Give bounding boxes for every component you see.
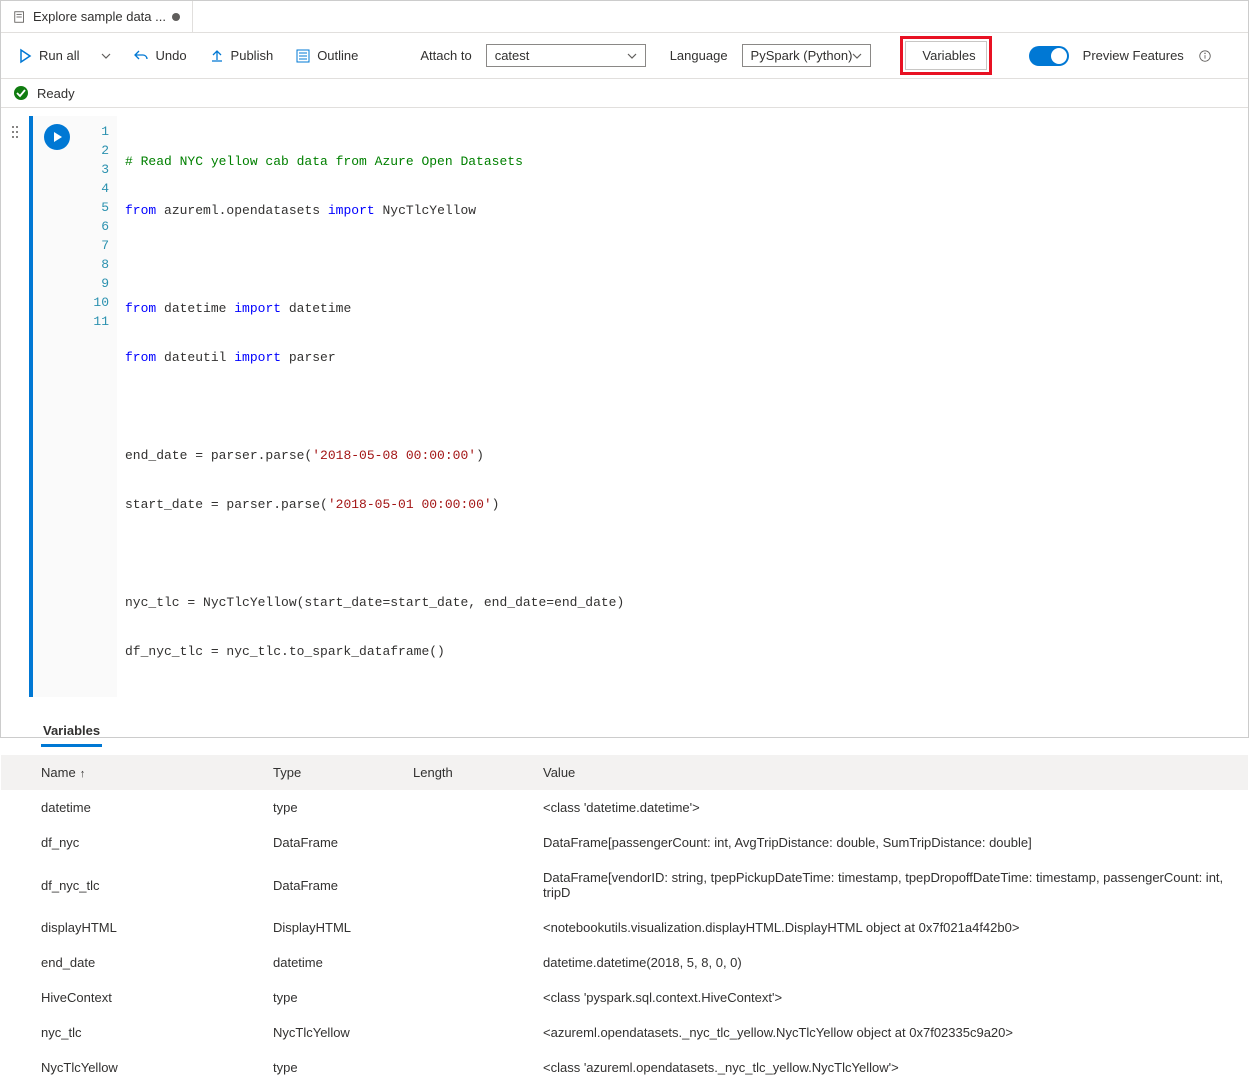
col-value[interactable]: Value — [531, 755, 1248, 790]
col-length[interactable]: Length — [401, 755, 531, 790]
chevron-down-icon — [852, 51, 862, 61]
tab-title: Explore sample data ... — [33, 9, 166, 24]
var-type: type — [261, 980, 401, 1015]
var-value: DataFrame[vendorID: string, tpepPickupDa… — [531, 860, 1248, 910]
line-gutter: 1234567891011 — [81, 116, 117, 697]
var-name: df_nyc_tlc — [1, 860, 261, 910]
var-value: datetime.datetime(2018, 5, 8, 0, 0) — [531, 945, 1248, 980]
variables-table: Name↑ Type Length Value datetime type <c… — [1, 755, 1248, 1085]
table-row[interactable]: NycTlcYellow type <class 'azureml.openda… — [1, 1050, 1248, 1085]
panel-tabs: Variables — [1, 705, 1248, 747]
status-text: Ready — [37, 86, 75, 101]
var-length — [401, 1050, 531, 1085]
chevron-down-icon — [101, 51, 111, 61]
language-label: Language — [670, 48, 728, 63]
undo-button[interactable]: Undo — [129, 44, 190, 68]
var-length — [401, 980, 531, 1015]
var-value: <class 'datetime.datetime'> — [531, 790, 1248, 825]
tab-variables[interactable]: Variables — [41, 717, 102, 747]
col-name[interactable]: Name↑ — [1, 755, 261, 790]
table-row[interactable]: displayHTML DisplayHTML <notebookutils.v… — [1, 910, 1248, 945]
outline-button[interactable]: Outline — [291, 44, 362, 68]
status-bar: Ready — [1, 79, 1248, 108]
info-icon[interactable] — [1198, 49, 1212, 63]
var-name: NycTlcYellow — [1, 1050, 261, 1085]
var-type: NycTlcYellow — [261, 1015, 401, 1050]
preview-toggle[interactable] — [1029, 46, 1069, 66]
var-type: DataFrame — [261, 860, 401, 910]
var-name: df_nyc — [1, 825, 261, 860]
var-name: end_date — [1, 945, 261, 980]
var-name: HiveContext — [1, 980, 261, 1015]
run-all-button[interactable]: Run all — [13, 44, 83, 68]
table-row[interactable]: df_nyc DataFrame DataFrame[passengerCoun… — [1, 825, 1248, 860]
table-row[interactable]: datetime type <class 'datetime.datetime'… — [1, 790, 1248, 825]
attach-to-select[interactable]: catest — [486, 44, 646, 67]
run-cell-button[interactable] — [44, 124, 70, 150]
col-type[interactable]: Type — [261, 755, 401, 790]
outline-icon — [295, 48, 311, 64]
tab-bar: Explore sample data ... — [1, 1, 1248, 33]
table-row[interactable]: nyc_tlc NycTlcYellow <azureml.opendatase… — [1, 1015, 1248, 1050]
var-length — [401, 1015, 531, 1050]
undo-label: Undo — [155, 48, 186, 63]
variables-button[interactable]: Variables — [905, 41, 986, 70]
code-editor[interactable]: # Read NYC yellow cab data from Azure Op… — [117, 116, 1240, 697]
code-cell: 1234567891011 # Read NYC yellow cab data… — [29, 116, 1240, 697]
publish-label: Publish — [231, 48, 274, 63]
var-type: type — [261, 790, 401, 825]
toolbar: Run all Undo Publish Outline Attach to c… — [1, 33, 1248, 79]
cell-drag-handle[interactable] — [1, 108, 29, 705]
notebook-tab[interactable]: Explore sample data ... — [1, 1, 193, 32]
drag-icon — [10, 124, 20, 140]
outline-label: Outline — [317, 48, 358, 63]
undo-icon — [133, 48, 149, 64]
unsaved-dot-icon — [172, 13, 180, 21]
play-icon — [51, 131, 63, 143]
table-row[interactable]: end_date datetime datetime.datetime(2018… — [1, 945, 1248, 980]
var-length — [401, 825, 531, 860]
var-type: type — [261, 1050, 401, 1085]
var-type: DisplayHTML — [261, 910, 401, 945]
var-name: datetime — [1, 790, 261, 825]
var-length — [401, 790, 531, 825]
preview-label: Preview Features — [1083, 48, 1184, 63]
table-row[interactable]: HiveContext type <class 'pyspark.sql.con… — [1, 980, 1248, 1015]
var-name: displayHTML — [1, 910, 261, 945]
notebook-area: 1234567891011 # Read NYC yellow cab data… — [1, 108, 1248, 705]
var-value: <azureml.opendatasets._nyc_tlc_yellow.Ny… — [531, 1015, 1248, 1050]
var-name: nyc_tlc — [1, 1015, 261, 1050]
var-type: datetime — [261, 945, 401, 980]
attach-to-value: catest — [495, 48, 530, 63]
var-value: <class 'azureml.opendatasets._nyc_tlc_ye… — [531, 1050, 1248, 1085]
sort-asc-icon: ↑ — [80, 768, 86, 780]
var-value: <notebookutils.visualization.displayHTML… — [531, 910, 1248, 945]
var-value: <class 'pyspark.sql.context.HiveContext'… — [531, 980, 1248, 1015]
run-all-label: Run all — [39, 48, 79, 63]
chevron-down-icon — [627, 51, 637, 61]
attach-to-label: Attach to — [420, 48, 471, 63]
variables-label: Variables — [922, 48, 975, 63]
language-value: PySpark (Python) — [751, 48, 853, 63]
check-icon — [13, 85, 29, 101]
run-all-dropdown[interactable] — [97, 47, 115, 65]
notebook-icon — [13, 10, 27, 24]
var-length — [401, 945, 531, 980]
language-select[interactable]: PySpark (Python) — [742, 44, 872, 67]
publish-icon — [209, 48, 225, 64]
var-length — [401, 860, 531, 910]
publish-button[interactable]: Publish — [205, 44, 278, 68]
var-value: DataFrame[passengerCount: int, AvgTripDi… — [531, 825, 1248, 860]
table-row[interactable]: df_nyc_tlc DataFrame DataFrame[vendorID:… — [1, 860, 1248, 910]
play-icon — [17, 48, 33, 64]
var-type: DataFrame — [261, 825, 401, 860]
var-length — [401, 910, 531, 945]
